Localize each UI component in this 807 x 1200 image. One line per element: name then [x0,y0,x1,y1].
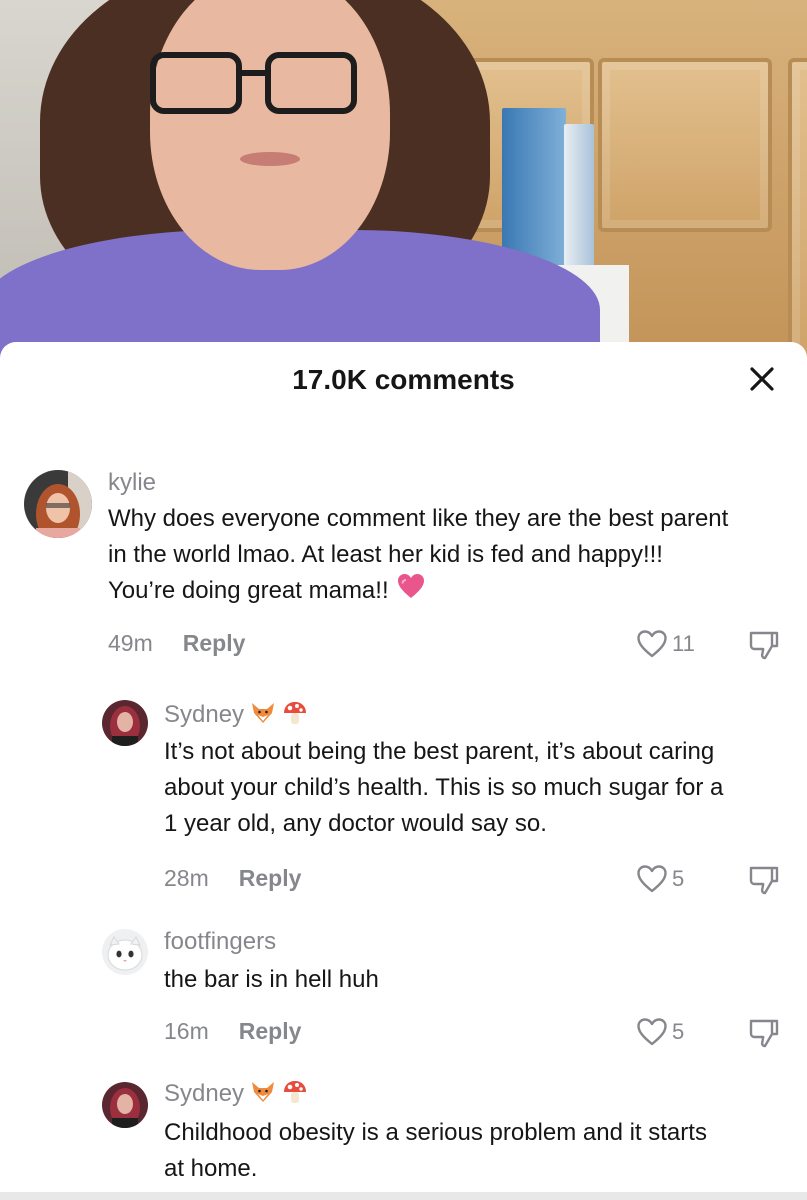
like-button[interactable]: 5 [636,1017,684,1047]
comment-username[interactable]: footfingers [164,928,276,956]
kitchen-cabinet [598,58,772,232]
comment-text: the bar is in hell huh [164,966,379,993]
cereal-box [502,108,566,268]
dislike-button[interactable] [748,1017,780,1054]
dislike-button[interactable] [748,864,780,901]
comment-username[interactable]: Sydney [164,1079,308,1109]
comment-time: 28m [164,865,209,891]
comments-count-title: 17.0K comments [292,364,515,395]
person-mouth [240,152,300,166]
fox-emoji-icon [250,701,276,729]
cereal-box [564,124,594,268]
like-count: 5 [672,866,685,891]
heart-emoji-icon [397,573,425,610]
like-button[interactable]: 5 [636,864,684,894]
like-button[interactable]: 11 [636,629,695,659]
comment-meta: 28m Reply [164,865,301,892]
fox-emoji-icon [250,1080,276,1108]
dislike-button[interactable] [748,629,780,666]
heart-outline-icon [637,865,667,893]
person-glasses [150,52,365,122]
comment-time: 16m [164,1018,209,1044]
reply-button[interactable]: Reply [183,630,246,657]
comment-username[interactable]: Sydney [164,700,308,730]
avatar[interactable] [102,700,148,746]
like-count: 11 [672,631,695,656]
heart-outline-icon [637,630,667,658]
thumbs-down-icon [749,631,779,660]
person-face [150,0,390,270]
avatar[interactable] [24,470,92,538]
reply-button[interactable]: Reply [239,865,302,892]
comment-text: Childhood obesity is a serious problem a… [164,1119,707,1182]
thumbs-down-icon [749,1019,779,1048]
reply-button[interactable]: Reply [239,1018,302,1045]
comment-meta: 16m Reply [164,1018,301,1045]
bottom-edge [0,1192,807,1200]
mushroom-emoji-icon [282,1079,308,1109]
heart-outline-icon [637,1018,667,1046]
video-background [0,0,807,380]
like-count: 5 [672,1019,685,1044]
comments-sheet: 17.0K comments kylie Why does everyone c… [0,342,807,1200]
mushroom-emoji-icon [282,700,308,730]
comment-time: 49m [108,630,153,656]
comment-meta: 49m Reply [108,630,245,657]
avatar[interactable] [102,1082,148,1128]
thumbs-down-icon [749,866,779,895]
avatar[interactable] [102,929,148,975]
kitchen-cabinet [788,58,807,366]
comment-username[interactable]: kylie [108,469,156,497]
comment-text: It’s not about being the best parent, it… [164,738,724,837]
comment-text: Why does everyone comment like they are … [108,501,728,610]
close-button[interactable] [745,362,779,396]
close-icon [750,367,774,391]
